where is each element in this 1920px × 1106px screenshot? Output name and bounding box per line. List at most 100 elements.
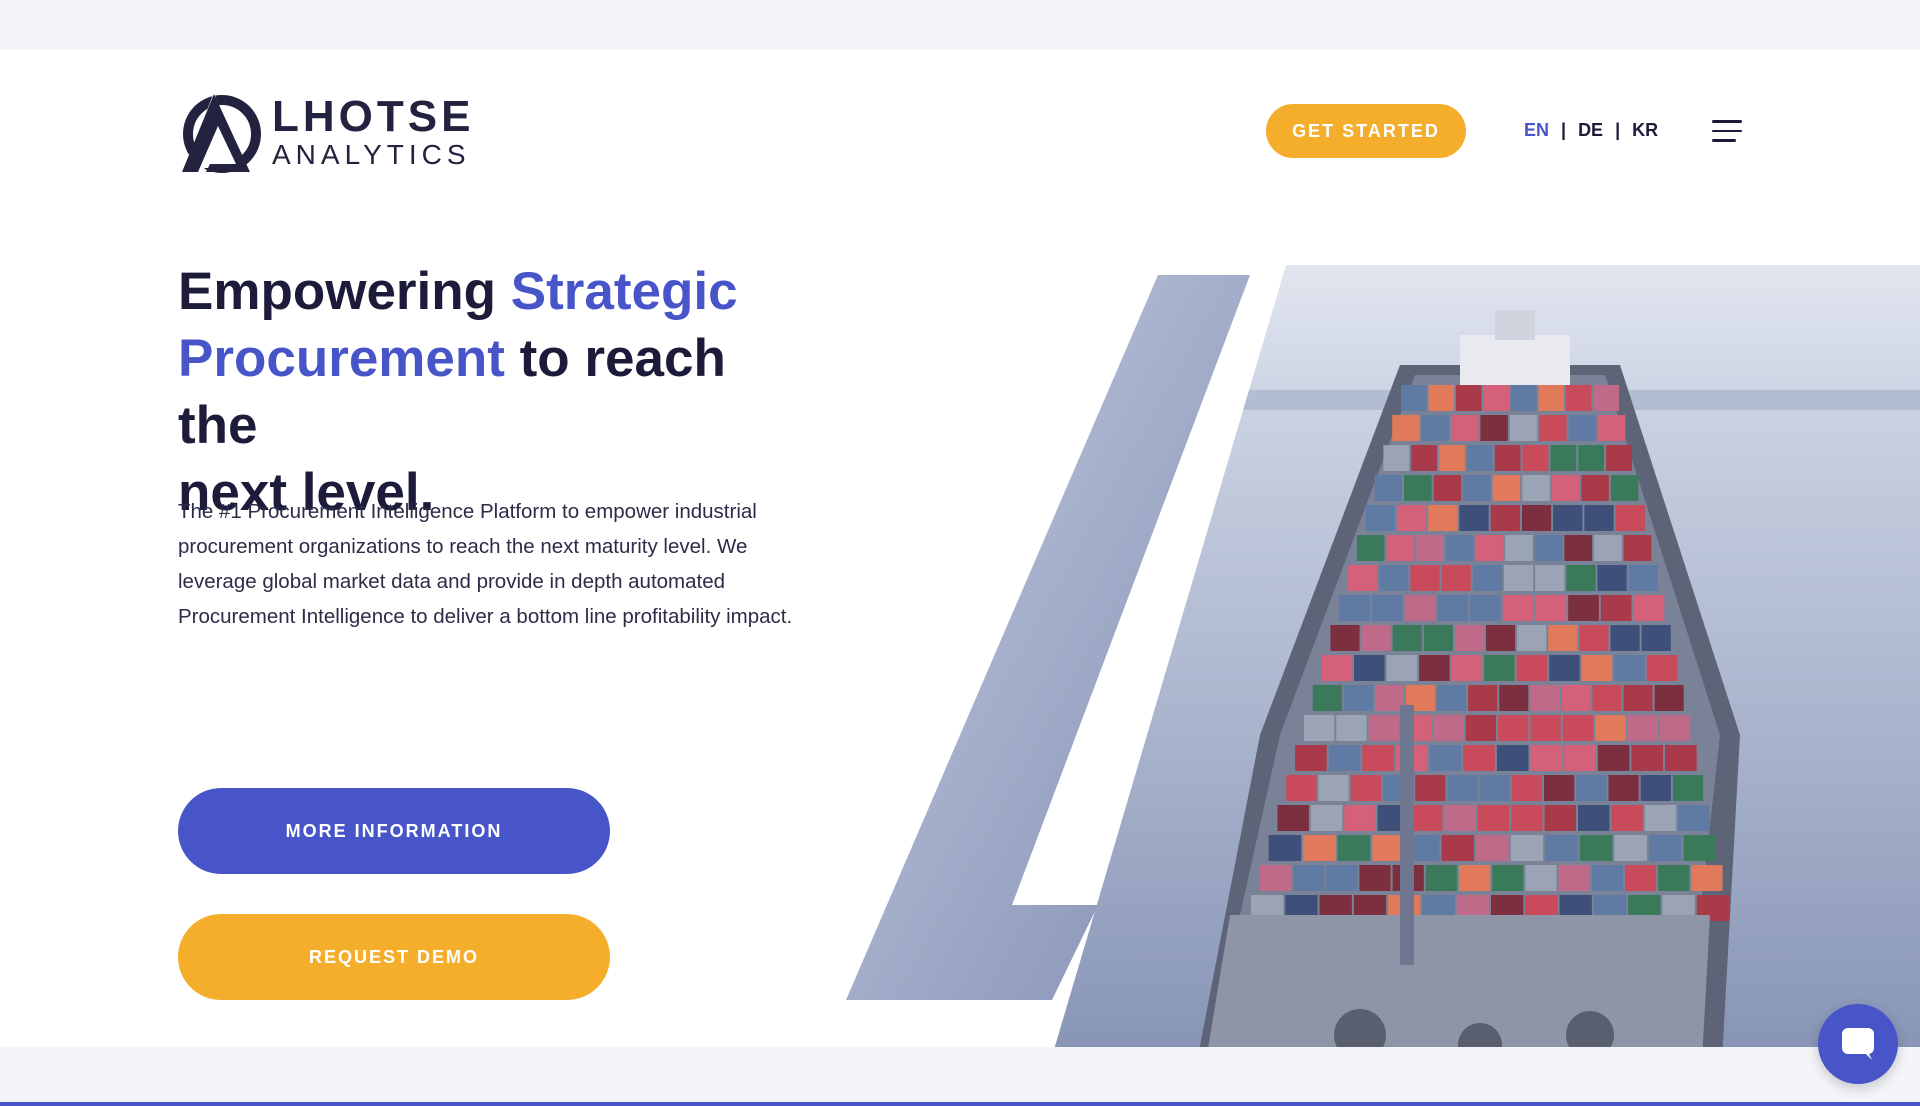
container-block [1578, 805, 1610, 831]
container-block [1416, 535, 1444, 561]
container-block [1544, 805, 1577, 831]
container-block [1419, 655, 1450, 681]
container-block [1295, 745, 1327, 771]
hero-description: The #1 Procurement Intelligence Platform… [178, 500, 793, 628]
container-block [1627, 715, 1658, 741]
logo-subtitle: ANALYTICS [272, 139, 471, 170]
container-block [1411, 805, 1443, 831]
container-block [1499, 685, 1529, 711]
container-block [1658, 865, 1690, 891]
container-block [1321, 655, 1353, 681]
bottom-strip [0, 1047, 1920, 1106]
container-block [1439, 445, 1465, 471]
container-block [1654, 685, 1684, 711]
container-block [1379, 565, 1409, 591]
container-block [1509, 415, 1538, 441]
container-block [1631, 745, 1664, 771]
get-started-button[interactable]: GET STARTED [1266, 104, 1466, 158]
container-block [1644, 805, 1677, 831]
logo-title: LHOTSE [272, 92, 475, 141]
request-demo-button[interactable]: REQUEST DEMO [178, 914, 610, 1000]
container-block [1425, 865, 1457, 891]
logo[interactable]: LHOTSE ANALYTICS [178, 90, 474, 174]
container-block [1539, 415, 1567, 441]
container-block [1371, 595, 1403, 621]
container-block [1593, 385, 1619, 411]
container-block [1411, 445, 1438, 471]
container-block [1597, 745, 1630, 771]
container-block [1592, 685, 1622, 711]
container-block [1553, 505, 1583, 531]
container-block [1614, 835, 1647, 861]
container-block [1535, 595, 1567, 621]
container-block [1451, 415, 1479, 441]
hamburger-menu-icon[interactable] [1712, 120, 1742, 144]
container-block [1429, 745, 1462, 771]
container-block [1348, 565, 1378, 591]
container-block [1415, 775, 1446, 801]
container-block [1356, 535, 1385, 561]
language-de[interactable]: DE [1578, 120, 1603, 141]
container-block [1451, 655, 1483, 681]
container-block [1343, 685, 1373, 711]
container-block [1383, 445, 1410, 471]
container-block [1579, 835, 1613, 861]
container-block [1456, 385, 1482, 411]
lhotse-logo-icon [182, 92, 261, 173]
container-block [1628, 565, 1658, 591]
container-block [1678, 805, 1710, 831]
container-block [1447, 775, 1478, 801]
headline-accent-procurement: Procurement [178, 329, 505, 388]
language-kr[interactable]: KR [1632, 120, 1658, 141]
language-en[interactable]: EN [1524, 120, 1549, 141]
container-block [1354, 655, 1385, 681]
container-block [1659, 715, 1691, 741]
container-block [1386, 535, 1415, 561]
headline-accent-strategic: Strategic [510, 262, 738, 321]
container-block [1535, 565, 1565, 591]
chat-bubble-icon[interactable] [1818, 1004, 1898, 1084]
container-block [1428, 505, 1458, 531]
container-block [1494, 445, 1521, 471]
container-block [1641, 625, 1671, 651]
container-block [1277, 805, 1309, 831]
container-block [1576, 775, 1607, 801]
chat-icon-glyph [1842, 1028, 1874, 1060]
container-block [1463, 475, 1491, 501]
container-block [1483, 385, 1509, 411]
container-block [1558, 865, 1590, 891]
container-block [1597, 565, 1627, 591]
container-block [1441, 565, 1471, 591]
container-block [1490, 505, 1520, 531]
container-block [1615, 505, 1645, 531]
container-block [1516, 655, 1548, 681]
container-block [1286, 775, 1317, 801]
container-block [1598, 415, 1626, 441]
container-block [1545, 835, 1578, 861]
container-block [1683, 835, 1717, 861]
container-block [1614, 655, 1645, 681]
more-information-button[interactable]: MORE INFORMATION [178, 788, 610, 874]
container-block [1480, 415, 1508, 441]
container-block [1564, 535, 1593, 561]
container-block [1459, 505, 1489, 531]
container-block [1392, 415, 1420, 441]
container-block [1392, 625, 1422, 651]
container-block [1551, 475, 1580, 501]
container-block [1611, 805, 1643, 831]
container-block [1368, 715, 1399, 741]
container-block [1496, 745, 1529, 771]
container-block [1549, 655, 1580, 681]
container-block [1522, 445, 1549, 471]
container-block [1433, 475, 1462, 501]
container-block [1561, 685, 1591, 711]
container-block [1404, 475, 1432, 501]
container-block [1374, 475, 1403, 501]
container-ship-image [846, 265, 1920, 1047]
container-block [1568, 595, 1599, 621]
container-block [1441, 835, 1475, 861]
container-block [1350, 775, 1381, 801]
container-block [1339, 595, 1370, 621]
container-block [1505, 535, 1533, 561]
container-block [1548, 625, 1578, 651]
